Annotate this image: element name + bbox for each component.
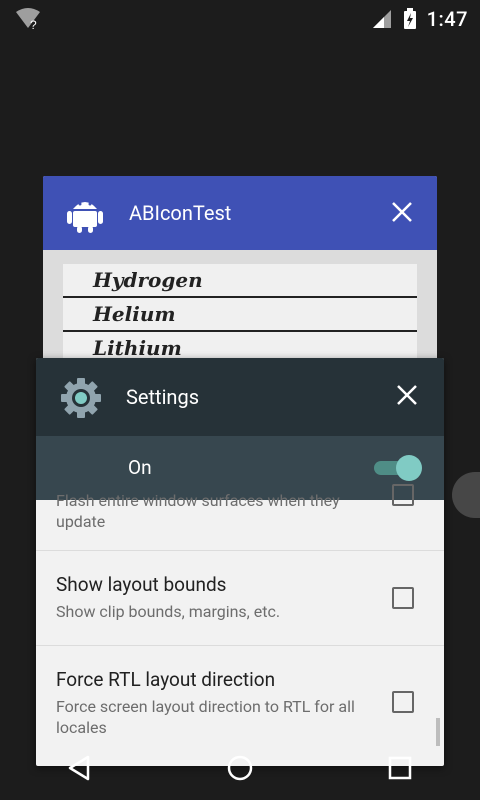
task-header: Settings [36,358,444,436]
close-icon[interactable] [396,384,418,406]
clock: 1:47 [426,7,468,31]
wifi-icon: ? [16,8,40,30]
pref-checkbox[interactable] [392,484,414,506]
nav-home-button[interactable] [180,740,300,796]
list-item: Helium [63,298,417,332]
list-item: Hydrogen [63,264,417,298]
master-toggle[interactable] [374,453,422,483]
pref-checkbox[interactable] [392,691,414,713]
navigation-bar [0,736,480,800]
pref-summary: Flash entire window surfaces when they u… [56,491,340,531]
pref-show-layout-bounds[interactable]: Show layout bounds Show clip bounds, mar… [36,551,444,646]
status-right: 1:47 [371,7,480,31]
nav-recents-button[interactable] [340,740,460,796]
status-bar: ? 1:47 [0,0,480,38]
pref-title: Show layout bounds [56,573,227,596]
settings-gear-icon [61,378,101,418]
pref-show-surface-updates[interactable]: Flash entire window surfaces when they u… [36,484,444,551]
nav-back-button[interactable] [20,740,140,796]
edge-card-shadow [452,472,480,518]
task-title: Settings [126,385,200,409]
element-list: Hydrogen Helium Lithium [63,264,417,366]
recent-task-card-settings[interactable]: Settings On Flash entire window surfaces… [36,358,444,766]
android-icon [67,202,103,233]
task-header: ABIconTest [43,176,437,250]
switch-label: On [128,456,152,479]
pref-checkbox[interactable] [392,587,414,609]
home-icon [227,755,253,781]
back-icon [68,755,90,781]
pref-summary: Show clip bounds, margins, etc. [56,602,281,621]
recents-icon [388,756,412,780]
pref-summary: Force screen layout direction to RTL for… [56,697,355,737]
task-title: ABIconTest [129,201,232,225]
cell-signal-icon [372,10,391,28]
status-left: ? [0,8,42,30]
toggle-thumb [396,455,422,481]
recent-task-card-abicontest[interactable]: ABIconTest Hydrogen Helium Lithium [43,176,437,376]
pref-title: Force RTL layout direction [56,668,276,691]
svg-text:?: ? [30,18,37,30]
battery-charging-icon [403,8,416,29]
close-icon[interactable] [391,201,413,223]
